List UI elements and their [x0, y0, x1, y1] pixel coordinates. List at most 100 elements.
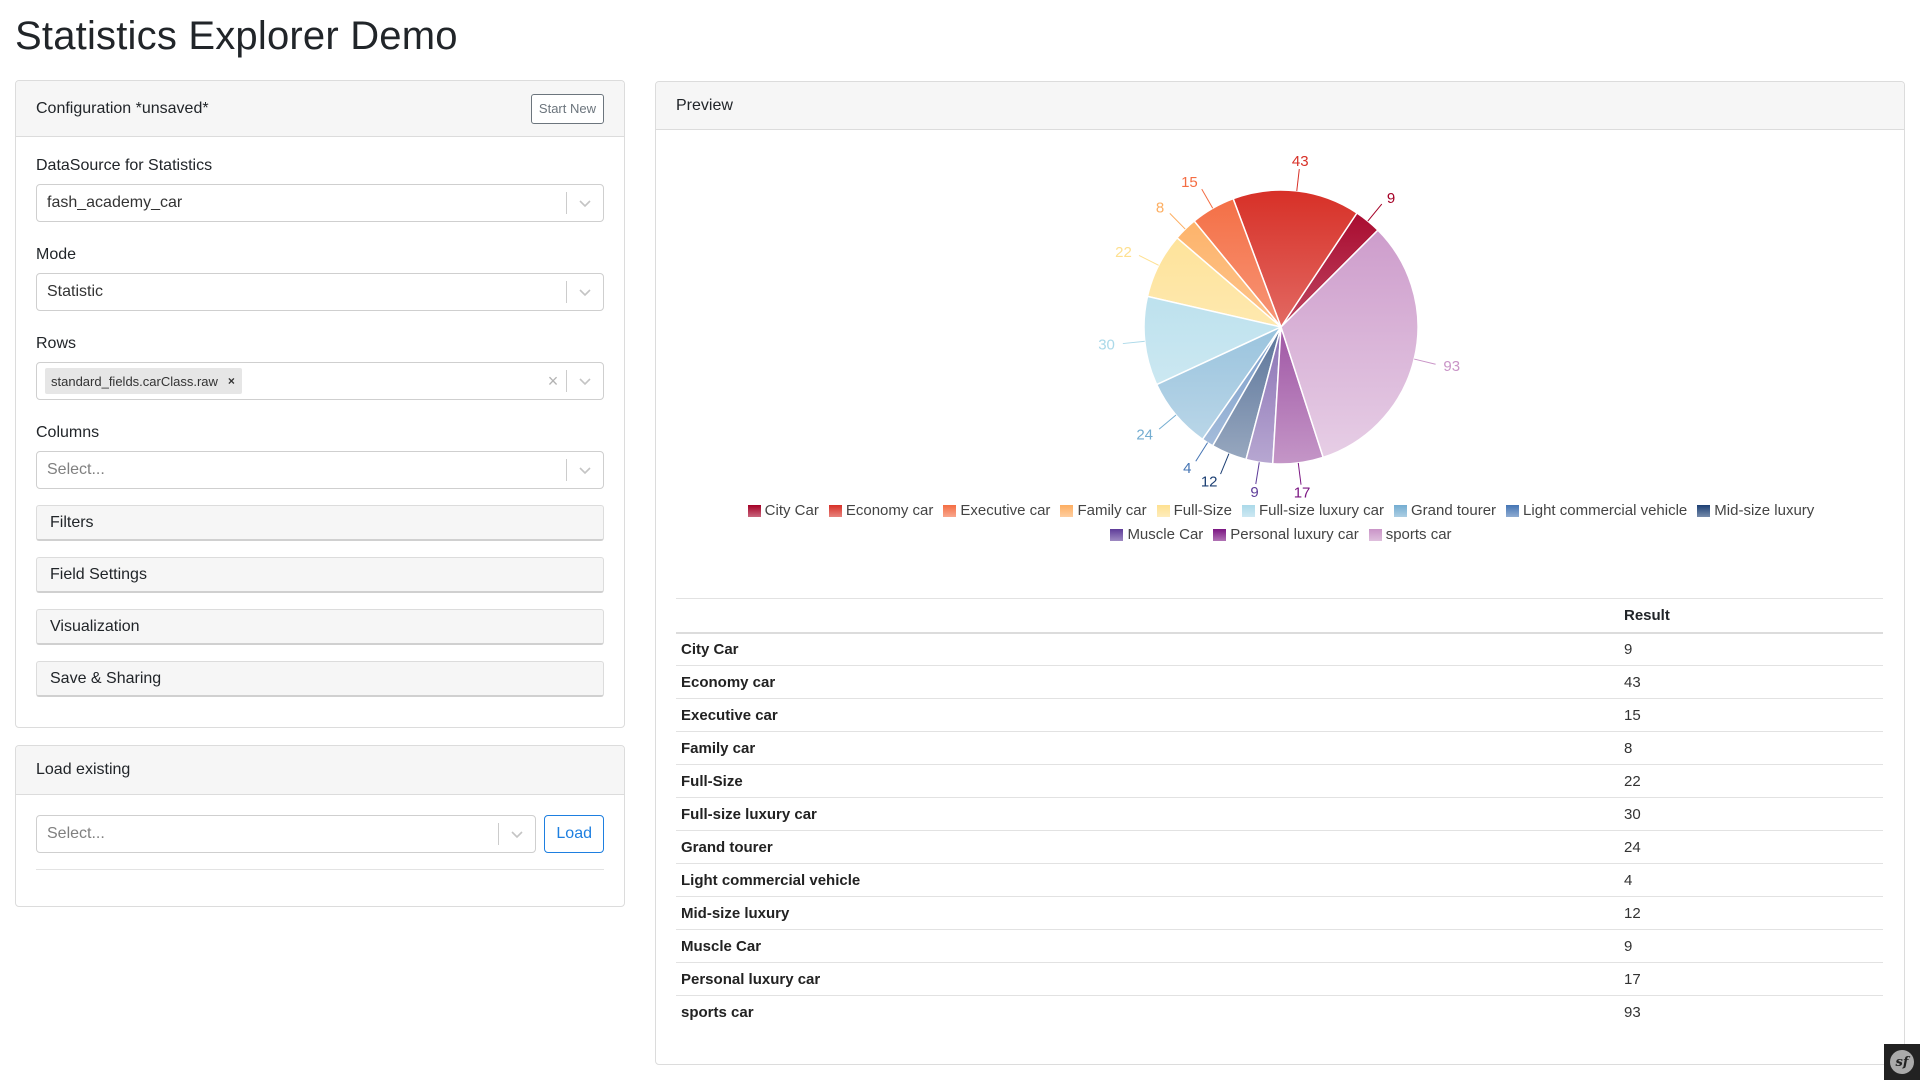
visualization-section[interactable]: Visualization [36, 609, 604, 645]
table-row: Full-size luxury car 30 [676, 797, 1883, 831]
row-label: Full-size luxury car [676, 797, 1619, 831]
legend-swatch [1156, 504, 1170, 517]
datasource-label: DataSource for Statistics [36, 157, 213, 174]
legend-item[interactable]: Grand tourer [1394, 502, 1496, 519]
legend-label: Executive car [960, 502, 1051, 519]
clear-icon[interactable]: × [540, 363, 566, 399]
legend-label: sports car [1385, 526, 1452, 543]
legend-label: Muscle Car [1127, 526, 1204, 543]
data-label: 8 [1156, 200, 1164, 217]
configuration-card: Configuration *unsaved* Start New DataSo… [15, 80, 625, 728]
rows-tag: standard_fields.carClass.raw × [45, 368, 242, 394]
row-label: Muscle Car [676, 929, 1619, 963]
label-leader-line [1367, 203, 1383, 222]
data-label: 30 [1098, 336, 1115, 353]
field-settings-section[interactable]: Field Settings [36, 557, 604, 593]
legend-item[interactable]: Muscle Car [1110, 526, 1203, 543]
row-label: Grand tourer [676, 830, 1619, 864]
chevron-down-icon[interactable] [567, 363, 603, 399]
column-header-result: Result [1619, 598, 1883, 634]
load-existing-card: Load existing Select... Load [15, 745, 625, 907]
row-value: 22 [1619, 764, 1883, 798]
label-leader-line [1195, 442, 1208, 462]
table-row: Grand tourer 24 [676, 830, 1883, 864]
legend-item[interactable]: Family car [1060, 502, 1147, 519]
label-leader-line [1414, 358, 1436, 365]
symfony-toolbar-button[interactable]: sf [1884, 1044, 1920, 1080]
tag-remove-icon[interactable]: × [224, 374, 242, 388]
data-label: 43 [1292, 153, 1309, 170]
row-value: 30 [1619, 797, 1883, 831]
datasource-value: fash_academy_car [47, 194, 183, 211]
preview-header: Preview [656, 82, 1904, 130]
symfony-icon: sf [1890, 1050, 1914, 1074]
legend-swatch [1368, 528, 1382, 541]
row-label: Full-Size [676, 764, 1619, 798]
table-row: Muscle Car 9 [676, 929, 1883, 963]
legend-swatch [943, 504, 957, 517]
datasource-select[interactable]: fash_academy_car [36, 184, 604, 222]
load-button[interactable]: Load [544, 815, 604, 853]
rows-select[interactable]: standard_fields.carClass.raw × × [36, 362, 604, 400]
row-label: City Car [676, 632, 1619, 666]
legend-swatch [747, 504, 761, 517]
preview-card: Preview 9 43 15 8 22 30 24 4 12 9 17 93 City Car Eco… [655, 81, 1905, 1065]
row-label: Executive car [676, 698, 1619, 732]
legend-swatch [828, 504, 842, 517]
legend-label: Light commercial vehicle [1523, 502, 1688, 519]
label-leader-line [1158, 414, 1177, 430]
legend-item[interactable]: Economy car [828, 502, 933, 519]
data-label: 9 [1387, 190, 1395, 207]
legend-item[interactable]: Light commercial vehicle [1506, 502, 1687, 519]
table-row: Economy car 43 [676, 665, 1883, 699]
load-existing-header: Load existing [16, 746, 624, 795]
columns-select[interactable]: Select... [36, 451, 604, 489]
legend-item[interactable]: Executive car [943, 502, 1050, 519]
legend-label: Family car [1077, 502, 1147, 519]
table-header-row: Result [676, 598, 1883, 634]
legend-item[interactable]: sports car [1368, 526, 1452, 543]
row-label: Family car [676, 731, 1619, 765]
legend-item[interactable]: Full-size luxury car [1241, 502, 1384, 519]
legend-swatch [1394, 504, 1407, 517]
label-leader-line [1297, 462, 1302, 485]
chart-legend: Muscle Car Personal luxury car sports car [656, 526, 1906, 545]
chevron-down-icon[interactable] [567, 274, 603, 310]
data-label: 12 [1201, 473, 1218, 490]
result-table: Result City Car 9 Economy car 43 Executive c… [676, 598, 1883, 1029]
data-label: 9 [1250, 484, 1258, 501]
mode-label: Mode [36, 246, 77, 263]
filters-section[interactable]: Filters [36, 505, 604, 541]
label-leader-line [1138, 254, 1159, 266]
table-row: Personal luxury car 17 [676, 962, 1883, 996]
chart-legend: City Car Economy car Executive car Family c… [656, 502, 1906, 521]
pie-chart: 9 43 15 8 22 30 24 4 12 9 17 93 [1098, 153, 1460, 502]
table-row: Executive car 15 [676, 698, 1883, 732]
chevron-down-icon[interactable] [567, 185, 603, 221]
load-select[interactable]: Select... [36, 815, 537, 853]
data-label: 4 [1183, 460, 1191, 477]
legend-item[interactable]: City Car [747, 502, 819, 519]
divider [36, 869, 604, 870]
legend-item[interactable]: Mid-size luxury [1697, 502, 1814, 519]
data-label: 22 [1115, 244, 1132, 261]
label-leader-line [1122, 340, 1145, 345]
start-new-button[interactable]: Start New [530, 93, 604, 124]
label-leader-line [1296, 168, 1300, 191]
chevron-down-icon[interactable] [499, 816, 535, 852]
data-label: 15 [1181, 174, 1198, 191]
page-title: Statistics Explorer Demo [15, 14, 458, 58]
load-placeholder: Select... [47, 825, 105, 842]
legend-item[interactable]: Full-Size [1156, 502, 1232, 519]
data-label: 24 [1136, 426, 1153, 443]
legend-swatch [1697, 504, 1711, 517]
columns-label: Columns [36, 424, 100, 441]
table-row: Full-Size 22 [676, 764, 1883, 798]
configuration-header: Configuration *unsaved* Start New [16, 81, 624, 137]
chevron-down-icon[interactable] [567, 452, 603, 488]
legend-item[interactable]: Personal luxury car [1213, 526, 1359, 543]
save-sharing-section[interactable]: Save & Sharing [36, 661, 604, 697]
mode-select[interactable]: Statistic [36, 273, 604, 311]
data-label: 17 [1294, 485, 1311, 502]
table-row: Light commercial vehicle 4 [676, 863, 1883, 897]
